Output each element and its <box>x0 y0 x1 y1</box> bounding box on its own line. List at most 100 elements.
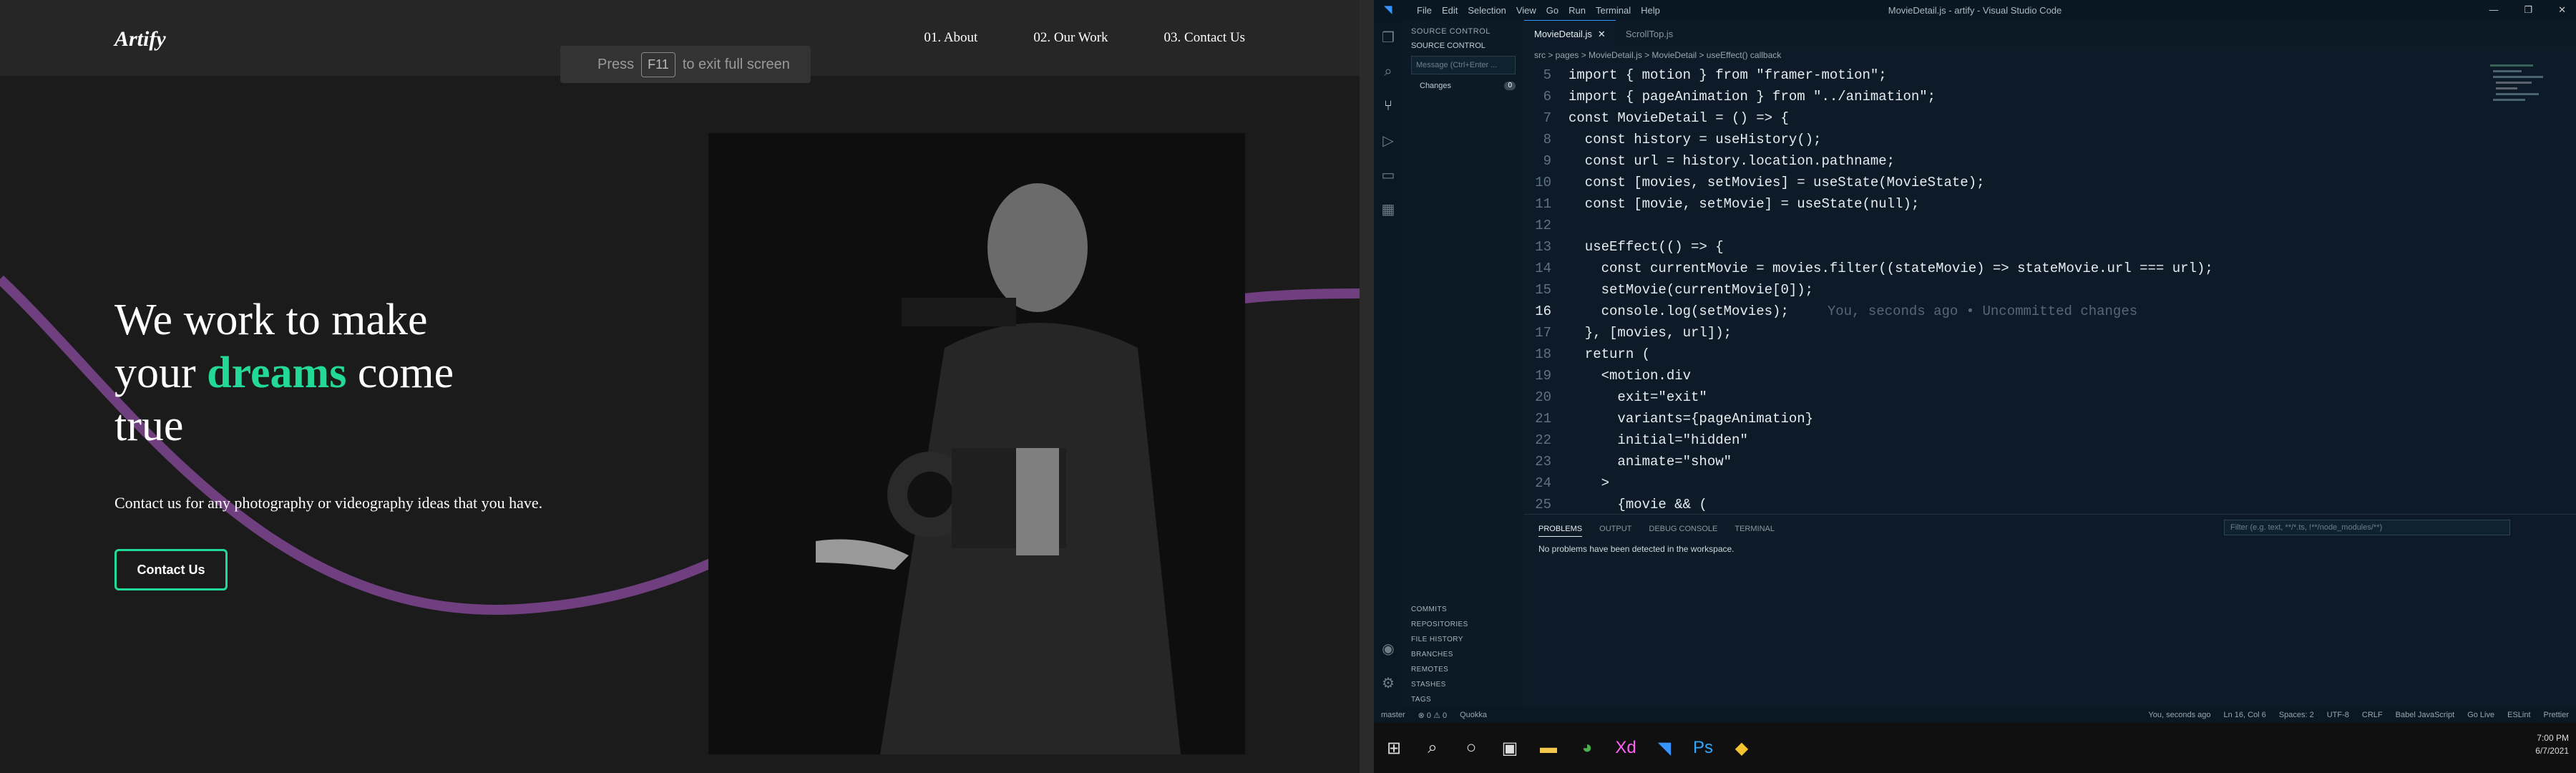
status-language[interactable]: Babel JavaScript <box>2396 711 2455 719</box>
code-line[interactable]: 12 <box>1524 215 2440 236</box>
changes-group[interactable]: Changes 0 <box>1402 74 1524 90</box>
section-branches[interactable]: BRANCHES <box>1402 647 1524 662</box>
search-icon[interactable]: ⌕ <box>1374 54 1402 89</box>
panel-tab-output[interactable]: OUTPUT <box>1599 525 1631 537</box>
tab-scrolltop[interactable]: ScrollTop.js <box>1616 20 1683 47</box>
minimap[interactable] <box>2490 64 2562 236</box>
f11-key: F11 <box>641 52 675 77</box>
close-tab-icon[interactable]: ✕ <box>1598 29 1606 40</box>
contact-us-button[interactable]: Contact Us <box>114 549 228 590</box>
code-line[interactable]: 11 const [movie, setMovie] = useState(nu… <box>1524 193 2440 215</box>
sidebar-section-header[interactable]: SOURCE CONTROL <box>1402 36 1524 50</box>
code-line[interactable]: 6 import { pageAnimation } from "../anima… <box>1524 86 2440 107</box>
file-explorer-icon[interactable]: ▬ <box>1530 729 1567 767</box>
run-debug-icon[interactable]: ▷ <box>1374 123 1402 157</box>
menu-help[interactable]: Help <box>1641 5 1660 16</box>
code-line[interactable]: 24 > <box>1524 472 2440 494</box>
status-encoding[interactable]: UTF-8 <box>2327 711 2349 719</box>
account-icon[interactable]: ◉ <box>1374 631 1402 666</box>
code-line[interactable]: 22 initial="hidden" <box>1524 429 2440 451</box>
status-eslint[interactable]: ESLint <box>2507 711 2530 719</box>
section-file-history[interactable]: FILE HISTORY <box>1402 632 1524 647</box>
status-go-live[interactable]: Go Live <box>2467 711 2494 719</box>
menu-selection[interactable]: Selection <box>1468 5 1506 16</box>
panel-tab-debug-console[interactable]: DEBUG CONSOLE <box>1649 525 1717 537</box>
code-line[interactable]: 25 {movie && ( <box>1524 494 2440 515</box>
commit-message-input[interactable]: Message (Ctrl+Enter ... <box>1411 56 1516 74</box>
section-repositories[interactable]: REPOSITORIES <box>1402 617 1524 632</box>
status-blame[interactable]: You, seconds ago <box>2148 711 2210 719</box>
fullscreen-hint: Press F11 to exit full screen <box>560 46 811 83</box>
remote-explorer-icon[interactable]: ▭ <box>1374 157 1402 192</box>
code-text: const [movies, setMovies] = useState(Mov… <box>1568 175 1985 190</box>
menu-terminal[interactable]: Terminal <box>1596 5 1631 16</box>
code-line[interactable]: 23 animate="show" <box>1524 451 2440 472</box>
code-line[interactable]: 8 const history = useHistory(); <box>1524 129 2440 150</box>
status-eol[interactable]: CRLF <box>2362 711 2383 719</box>
code-line[interactable]: 7 const MovieDetail = () => { <box>1524 107 2440 129</box>
problems-filter-input[interactable]: Filter (e.g. text, **/*.ts, !**/node_mod… <box>2224 520 2510 535</box>
site-logo[interactable]: Artify <box>114 27 166 52</box>
source-control-icon[interactable]: ⑂ <box>1374 89 1402 123</box>
line-number: 11 <box>1535 196 1551 212</box>
section-commits[interactable]: COMMITS <box>1402 602 1524 617</box>
git-icon[interactable]: ◆ <box>1723 729 1760 767</box>
breadcrumb[interactable]: src > pages > MovieDetail.js > MovieDeta… <box>1524 47 2576 64</box>
code-line[interactable]: 16 console.log(setMovies); You, seconds a… <box>1524 301 2440 322</box>
menu-edit[interactable]: Edit <box>1442 5 1458 16</box>
explorer-icon[interactable]: ❐ <box>1374 20 1402 54</box>
code-text: useEffect(() => { <box>1568 239 1724 255</box>
status-indent[interactable]: Spaces: 2 <box>2279 711 2314 719</box>
code-editor[interactable]: 5 import { motion } from "framer-motion";… <box>1524 64 2440 514</box>
cortana-icon[interactable]: ○ <box>1453 729 1490 767</box>
menu-view[interactable]: View <box>1516 5 1536 16</box>
section-stashes[interactable]: STASHES <box>1402 677 1524 692</box>
restore-icon[interactable]: ❐ <box>2524 4 2532 16</box>
status-problems[interactable]: ⊗ 0 ⚠ 0 <box>1418 711 1447 720</box>
panel-tab-problems[interactable]: PROBLEMS <box>1538 525 1583 537</box>
task-view-icon[interactable]: ▣ <box>1491 729 1528 767</box>
windows-start-icon[interactable]: ⊞ <box>1375 729 1413 767</box>
code-line[interactable]: 19 <motion.div <box>1524 365 2440 386</box>
code-line[interactable]: 9 const url = history.location.pathname; <box>1524 150 2440 172</box>
code-text: }, [movies, url]); <box>1568 325 1732 341</box>
panel-tab-terminal[interactable]: TERMINAL <box>1735 525 1775 537</box>
code-line[interactable]: 15 setMovie(currentMovie[0]); <box>1524 279 2440 301</box>
search-icon[interactable]: ⌕ <box>1414 729 1451 767</box>
section-tags[interactable]: TAGS <box>1402 692 1524 707</box>
code-line[interactable]: 18 return ( <box>1524 344 2440 365</box>
nav-link-contact[interactable]: 03. Contact Us <box>1164 30 1245 46</box>
code-line[interactable]: 5 import { motion } from "framer-motion"; <box>1524 64 2440 86</box>
close-icon[interactable]: ✕ <box>2558 4 2566 16</box>
status-quokka[interactable]: Quokka <box>1460 711 1487 719</box>
code-line[interactable]: 10 const [movies, setMovies] = useState(… <box>1524 172 2440 193</box>
settings-gear-icon[interactable]: ⚙ <box>1374 666 1402 700</box>
menu-run[interactable]: Run <box>1568 5 1586 16</box>
menu-go[interactable]: Go <box>1546 5 1558 16</box>
tab-moviedetail[interactable]: MovieDetail.js ✕ <box>1524 20 1616 47</box>
section-remotes[interactable]: REMOTES <box>1402 662 1524 677</box>
status-branch[interactable]: master <box>1381 711 1405 719</box>
menu-file[interactable]: File <box>1417 5 1432 16</box>
status-prettier[interactable]: Prettier <box>2544 711 2569 719</box>
taskbar-clock[interactable]: 7:00 PM 6/7/2021 <box>2535 731 2569 757</box>
editor-tabs: MovieDetail.js ✕ ScrollTop.js <box>1524 20 2576 47</box>
code-line[interactable]: 20 exit="exit" <box>1524 386 2440 408</box>
code-line[interactable]: 14 const currentMovie = movies.filter((s… <box>1524 258 2440 279</box>
nav-link-our-work[interactable]: 02. Our Work <box>1033 30 1108 46</box>
line-number: 21 <box>1535 411 1551 427</box>
bottom-panel: PROBLEMS OUTPUT DEBUG CONSOLE TERMINAL F… <box>1524 514 2576 707</box>
nav-link-about[interactable]: 01. About <box>924 30 977 46</box>
status-cursor[interactable]: Ln 16, Col 6 <box>2223 711 2265 719</box>
adobe-xd-icon[interactable]: Xd <box>1607 729 1644 767</box>
photoshop-icon[interactable]: Ps <box>1684 729 1722 767</box>
chrome-icon[interactable]: ◕ <box>1568 729 1606 767</box>
line-number: 8 <box>1543 132 1551 147</box>
vscode-icon[interactable]: ◥ <box>1646 729 1683 767</box>
extensions-icon[interactable]: ▦ <box>1374 192 1402 226</box>
minimize-icon[interactable]: — <box>2489 4 2498 16</box>
code-line[interactable]: 17 }, [movies, url]); <box>1524 322 2440 344</box>
source-control-sidebar: SOURCE CONTROL SOURCE CONTROL Message (C… <box>1402 20 1524 707</box>
code-line[interactable]: 21 variants={pageAnimation} <box>1524 408 2440 429</box>
code-line[interactable]: 13 useEffect(() => { <box>1524 236 2440 258</box>
